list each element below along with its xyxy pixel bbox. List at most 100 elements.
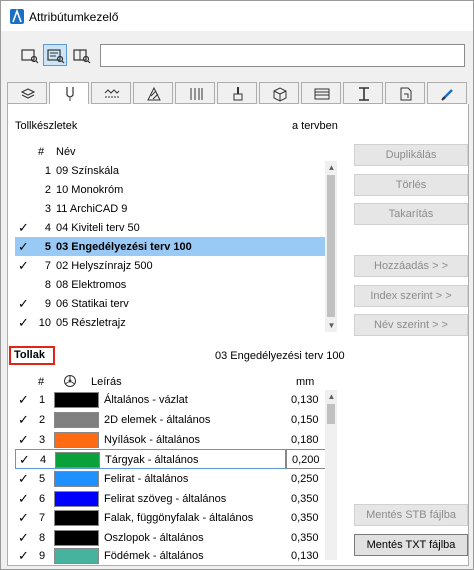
pen-set-row[interactable]: 1 09 Színskála <box>15 161 325 180</box>
pen-row-selected[interactable]: ✓ 4 Tárgyak - általános 0,200 <box>15 449 326 469</box>
selected-pen-set-name: 03 Engedélyezési terv 100 <box>215 350 345 362</box>
by-index-button[interactable]: Index szerint > > <box>354 285 468 307</box>
pen-width: 0,200 <box>292 454 320 466</box>
pens-col-mm: mm <box>296 376 315 388</box>
view-mode-1-button[interactable] <box>17 44 41 66</box>
used-check: ✓ <box>18 548 29 563</box>
pen-number: 9 <box>39 550 46 562</box>
tab-markup-styles[interactable] <box>385 82 425 104</box>
view-mode-3-button[interactable] <box>69 44 93 66</box>
pen-number: 4 <box>40 454 47 466</box>
pen-color-swatch[interactable] <box>54 432 99 448</box>
pen-number: 5 <box>39 473 46 485</box>
pen-width: 0,130 <box>291 550 319 562</box>
pen-description: Általános - vázlat <box>104 394 188 406</box>
purge-button[interactable]: Takarítás <box>354 203 468 225</box>
pen-row[interactable]: ✓ 6 Felirat szöveg - általános 0,350 <box>15 489 325 509</box>
pen-set-row[interactable]: ✓ 7 02 Helyszínrajz 500 <box>15 256 325 275</box>
tab-surfaces[interactable] <box>217 82 257 104</box>
delete-button[interactable]: Törlés <box>354 174 468 196</box>
pen-width: 0,150 <box>291 414 319 426</box>
pen-row[interactable]: ✓ 5 Felirat - általános 0,250 <box>15 469 325 489</box>
tab-renovation[interactable] <box>427 82 467 104</box>
pens-scrollbar[interactable]: ▲ <box>325 390 337 560</box>
scroll-up-icon[interactable]: ▲ <box>327 392 336 401</box>
tab-fills[interactable] <box>133 82 173 104</box>
tab-composites[interactable] <box>175 82 215 104</box>
tab-layers[interactable] <box>7 82 47 104</box>
pen-sets-scrollbar[interactable]: ▲ ▼ <box>325 161 337 332</box>
tab-pens[interactable] <box>49 82 89 105</box>
pen-width: 0,350 <box>291 493 319 505</box>
pen-set-row[interactable]: 3 11 ArchiCAD 9 <box>15 199 325 218</box>
view-mode-2-button[interactable] <box>43 44 67 66</box>
save-txt-button[interactable]: Mentés TXT fájlba <box>354 534 468 556</box>
pen-row[interactable]: ✓ 7 Falak, függönyfalak - általános 0,350 <box>15 508 325 528</box>
duplicate-button[interactable]: Duplikálás <box>354 144 468 166</box>
pen-set-name: 09 Színskála <box>56 165 119 177</box>
pen-set-name: 10 Monokróm <box>56 184 124 196</box>
pen-set-name: 05 Részletrajz <box>56 317 126 329</box>
pen-set-number: 4 <box>44 222 51 234</box>
pen-color-swatch[interactable] <box>55 452 100 468</box>
pen-color-swatch[interactable] <box>54 392 99 408</box>
pen-description: Tárgyak - általános <box>105 454 199 466</box>
scroll-down-icon[interactable]: ▼ <box>327 321 336 330</box>
pen-color-swatch[interactable] <box>54 412 99 428</box>
tab-zones[interactable] <box>301 82 341 104</box>
markup-icon <box>400 87 412 101</box>
pen-sets-status: a tervben <box>292 120 338 132</box>
pen-set-row[interactable]: 2 10 Monokróm <box>15 180 325 199</box>
pen-set-name: 04 Kiviteli terv 50 <box>56 222 140 234</box>
pen-width: 0,180 <box>291 434 319 446</box>
pen-row[interactable]: ✓ 1 Általános - vázlat 0,130 <box>15 390 325 410</box>
pen-set-row[interactable]: ✓ 4 04 Kiviteli terv 50 <box>15 218 325 237</box>
pen-color-swatch[interactable] <box>54 548 99 564</box>
tab-profiles[interactable] <box>343 82 383 104</box>
pens-col-number: # <box>38 376 45 388</box>
pen-row[interactable]: ✓ 8 Oszlopok - általános 0,350 <box>15 528 325 548</box>
used-check: ✓ <box>19 452 30 467</box>
in-project-check: ✓ <box>18 315 29 330</box>
scroll-up-icon[interactable]: ▲ <box>327 163 336 172</box>
pen-row[interactable]: ✓ 3 Nyílások - általános 0,180 <box>15 430 325 450</box>
pen-color-swatch[interactable] <box>54 471 99 487</box>
pen-description: Födémek - általános <box>104 550 204 562</box>
pen-row[interactable]: ✓ 2 2D elemek - általános 0,150 <box>15 410 325 430</box>
building-material-icon <box>273 87 287 102</box>
pen-row[interactable]: ✓ 9 Födémek - általános 0,130 <box>15 546 325 566</box>
pen-description: Felirat - általános <box>104 473 189 485</box>
pen-width: 0,130 <box>291 394 319 406</box>
pen-set-row-selected[interactable]: ✓ 5 03 Engedélyezési terv 100 <box>15 237 325 256</box>
by-name-button[interactable]: Név szerint > > <box>354 314 468 336</box>
pen-set-name: 02 Helyszínrajz 500 <box>56 260 153 272</box>
pen-color-swatch[interactable] <box>54 530 99 546</box>
pen-set-row[interactable]: 8 08 Elektromos <box>15 275 325 294</box>
pen-set-row[interactable]: ✓ 10 05 Részletrajz <box>15 313 325 332</box>
attribute-tabs <box>7 82 469 105</box>
pen-width: 0,350 <box>291 532 319 544</box>
pen-icon <box>66 87 74 101</box>
color-column-icon <box>64 375 76 387</box>
paint-brush-icon <box>233 87 243 101</box>
add-button[interactable]: Hozzáadás > > <box>354 255 468 277</box>
pen-color-swatch[interactable] <box>54 491 99 507</box>
pen-number: 1 <box>39 394 46 406</box>
tab-line-types[interactable] <box>91 82 131 104</box>
composites-icon <box>190 88 203 100</box>
pen-color-swatch[interactable] <box>54 510 99 526</box>
pen-set-row[interactable]: ✓ 9 06 Statikai terv <box>15 294 325 313</box>
line-types-icon <box>104 89 120 98</box>
tab-building-materials[interactable] <box>259 82 299 104</box>
pen-set-number: 9 <box>44 298 51 310</box>
save-stb-button[interactable]: Mentés STB fájlba <box>354 504 468 526</box>
scrollbar-thumb[interactable] <box>327 175 335 317</box>
renovation-brush-icon <box>441 89 453 101</box>
compare-view-icon <box>73 49 91 64</box>
search-input[interactable] <box>100 44 465 67</box>
pen-sets-list[interactable]: # Név 1 09 Színskála 2 10 Monokróm 3 11 Arc… <box>15 142 325 333</box>
pen-number: 3 <box>39 434 46 446</box>
scrollbar-thumb[interactable] <box>327 404 335 424</box>
pen-sets-heading: Tollkészletek <box>15 120 78 132</box>
pens-list[interactable]: # Leírás mm ✓ 1 Általános - vázlat 0,130 ✓ 2… <box>15 370 326 564</box>
